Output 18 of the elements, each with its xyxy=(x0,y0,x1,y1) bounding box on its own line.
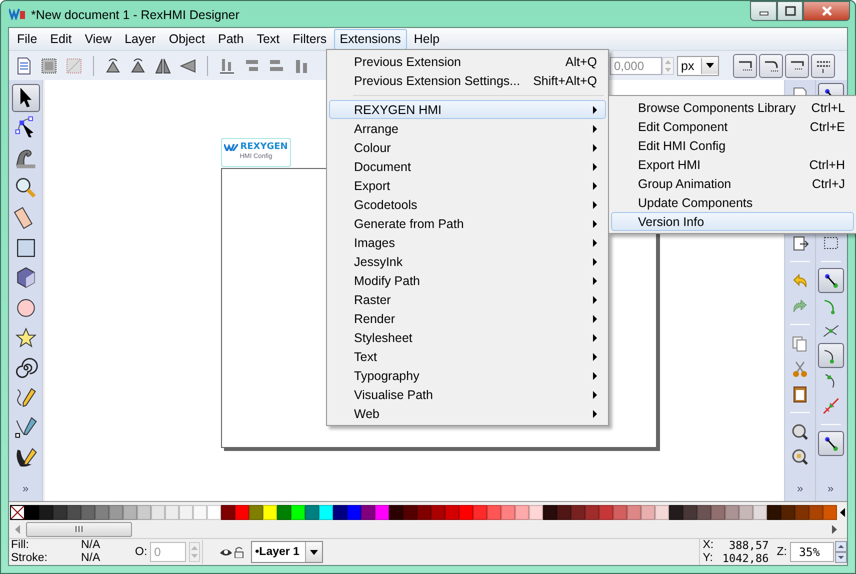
x-coordinate: 388,57 xyxy=(728,539,769,552)
stroke-value: N/A xyxy=(81,552,102,565)
fill-value: N/A xyxy=(81,539,102,552)
shortcut-label: Shift+Alt+Q xyxy=(533,74,597,88)
shortcut-label: Ctrl+H xyxy=(809,158,845,172)
y-coordinate: 1042,86 xyxy=(721,552,769,565)
shortcut-label: Ctrl+L xyxy=(811,100,845,114)
opacity-label: O: xyxy=(135,546,148,558)
shortcut-label: Ctrl+E xyxy=(810,120,845,134)
stroke-label: Stroke: xyxy=(11,552,48,565)
fill-label: Fill: xyxy=(11,539,30,552)
zoom-label: Z: xyxy=(776,546,787,558)
shortcut-label: Ctrl+J xyxy=(812,176,845,190)
x-label: X: xyxy=(702,539,715,552)
y-label: Y: xyxy=(702,552,714,565)
logo-brand: REXYGEN xyxy=(240,142,288,152)
shortcut-label: Alt+Q xyxy=(565,54,597,68)
window-title: *New document 1 - RexHMI Designer xyxy=(31,8,240,22)
